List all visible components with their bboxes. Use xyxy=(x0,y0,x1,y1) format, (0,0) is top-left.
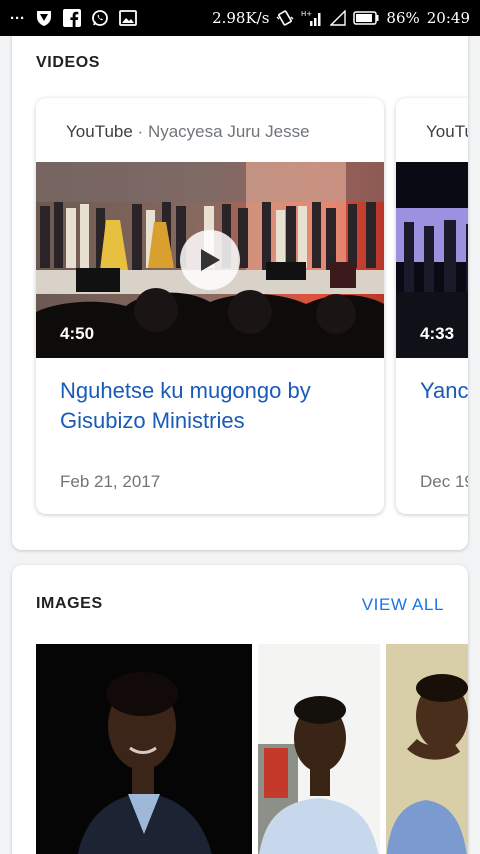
portrait-dark-photo xyxy=(36,644,252,854)
vibrate-icon xyxy=(276,9,294,27)
video-title-link[interactable]: Nguhetse ku mugongo by Gisubizo Ministri… xyxy=(60,376,360,436)
video-result-1[interactable]: YouTube · Nyacyesa Juru Jesse 4:50 Nguhe… xyxy=(36,98,384,514)
status-bar: ··· 2.98K/s H+ 86% 20:49 xyxy=(0,0,480,36)
portrait-outdoor-photo xyxy=(258,644,380,854)
signal-empty-icon xyxy=(330,10,347,26)
shield-app-icon xyxy=(35,9,53,27)
battery-icon xyxy=(353,11,379,25)
video-channel: Nyacyesa Juru Jesse xyxy=(147,122,310,141)
video-source-site: YouTube xyxy=(66,122,133,141)
image-result-2[interactable] xyxy=(258,644,380,854)
images-section-title: IMAGES xyxy=(36,595,103,612)
whatsapp-icon xyxy=(91,9,109,27)
view-all-images-link[interactable]: VIEW ALL xyxy=(362,595,444,615)
portrait-indoor-photo xyxy=(386,644,468,854)
facebook-icon xyxy=(63,9,81,27)
video-date: Dec 19, xyxy=(420,472,468,491)
video-source-site: YouTub xyxy=(426,122,468,141)
videos-section-title: VIDEOS xyxy=(36,54,101,71)
videos-card: VIDEOS YouTube · Nyacyesa Juru Jesse 4:5… xyxy=(12,36,468,550)
video-result-2[interactable]: YouTub 4:33 Yanci Worsh Dec 19, xyxy=(396,98,468,514)
video-source-separator: · xyxy=(137,122,144,141)
images-card: IMAGES VIEW ALL xyxy=(12,565,468,854)
battery-percent: 86% xyxy=(386,9,420,27)
video-source: YouTube · Nyacyesa Juru Jesse xyxy=(66,122,310,142)
svg-text:H+: H+ xyxy=(301,10,312,18)
video-thumbnail[interactable]: 4:50 xyxy=(36,162,384,358)
video-thumbnail[interactable]: 4:33 xyxy=(396,162,468,358)
play-icon[interactable] xyxy=(180,230,240,290)
clock: 20:49 xyxy=(426,9,470,27)
image-result-3[interactable] xyxy=(386,644,468,854)
video-source: YouTub xyxy=(426,122,468,142)
signal-h-icon: H+ xyxy=(301,9,323,27)
image-result-1[interactable] xyxy=(36,644,252,854)
video-duration: 4:33 xyxy=(420,324,455,343)
video-title-link[interactable]: Yanci Worsh xyxy=(420,376,468,406)
video-date: Feb 21, 2017 xyxy=(60,472,161,491)
more-notifications-icon: ··· xyxy=(10,9,25,27)
video-duration: 4:50 xyxy=(60,324,95,343)
network-speed: 2.98K/s xyxy=(212,9,270,27)
search-results-page: VIDEOS YouTube · Nyacyesa Juru Jesse 4:5… xyxy=(0,36,480,854)
gallery-icon xyxy=(119,10,137,26)
